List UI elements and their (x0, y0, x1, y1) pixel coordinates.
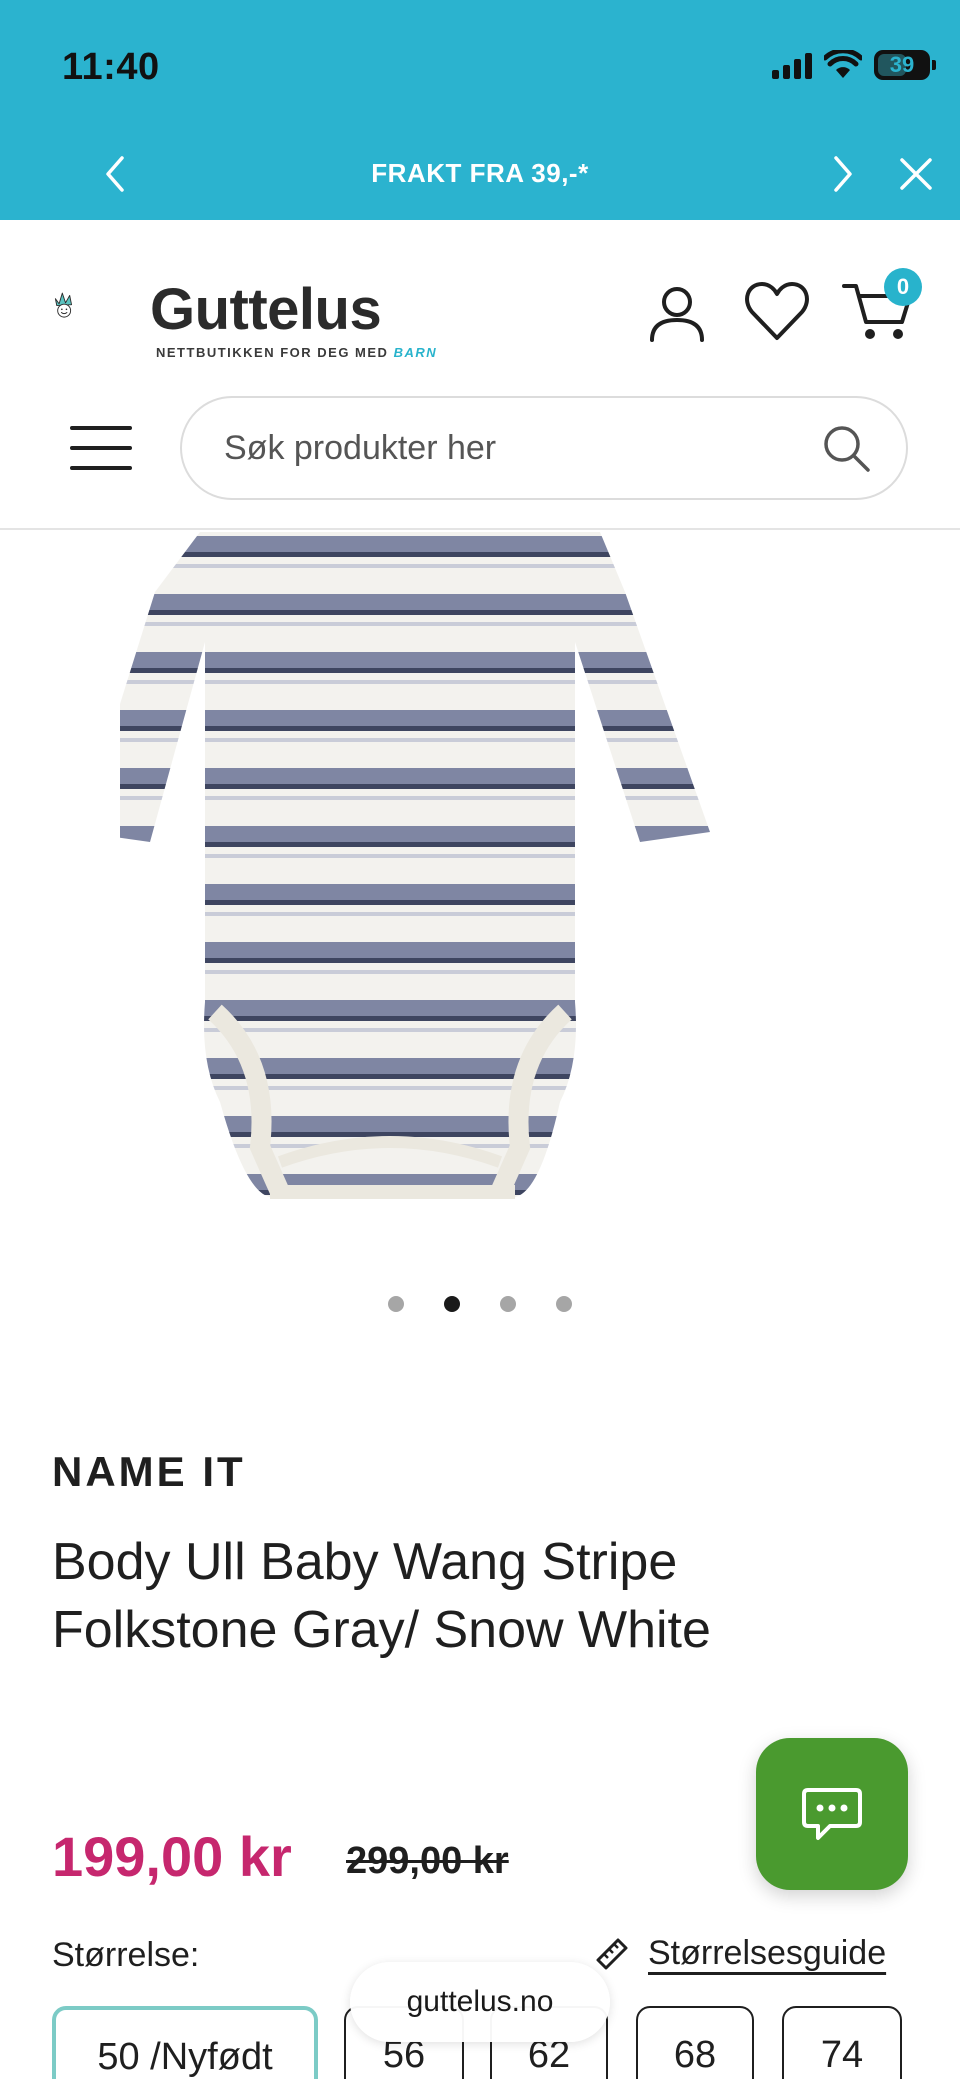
logo-wordmark: Guttelus (150, 277, 382, 342)
search-bar[interactable] (180, 396, 908, 500)
chevron-right-icon[interactable] (822, 150, 862, 198)
product-image[interactable] (120, 532, 740, 1212)
chat-icon (802, 1788, 862, 1840)
carousel-dot-active[interactable] (444, 1296, 460, 1312)
status-icons: 39 (772, 50, 936, 80)
size-guide-label[interactable]: Størrelsesguide (648, 1934, 886, 1973)
hamburger-menu-icon[interactable] (68, 420, 138, 476)
product-old-price: 299,00 kr (346, 1840, 509, 1882)
heart-icon[interactable] (742, 278, 812, 344)
search-input[interactable] (224, 428, 784, 468)
status-time: 11:40 (62, 46, 160, 88)
product-brand[interactable]: NAME IT (52, 1448, 246, 1496)
close-icon[interactable] (892, 150, 940, 198)
announcement-text: FRAKT FRA 39,-* (371, 158, 589, 188)
browser-url-bar[interactable]: guttelus.no (350, 1962, 610, 2042)
size-option[interactable]: 68 (636, 2006, 754, 2079)
logo-tagline: NETTBUTIKKEN FOR DEG MED BARN (156, 345, 438, 360)
carousel-dot[interactable] (500, 1296, 516, 1312)
cellular-signal-icon (772, 51, 812, 79)
guttelus-logo[interactable] (54, 250, 144, 360)
carousel-dot[interactable] (388, 1296, 404, 1312)
account-icon[interactable] (644, 280, 710, 346)
size-option-selected[interactable]: 50 /Nyfødt (52, 2006, 318, 2079)
battery-icon: 39 (874, 50, 936, 80)
size-label: Størrelse: (52, 1936, 200, 1974)
ruler-icon (596, 1938, 628, 1969)
product-price: 199,00 kr (52, 1825, 292, 1888)
wifi-icon (824, 50, 862, 78)
cart-count-badge: 0 (884, 268, 922, 306)
carousel-dot[interactable] (556, 1296, 572, 1312)
size-guide-link[interactable]: Størrelsesguide (594, 1934, 886, 1973)
product-title: Body Ull Baby Wang Stripe Folkstone Gray… (52, 1533, 711, 1659)
battery-level: 39 (889, 52, 915, 77)
chat-button[interactable] (756, 1738, 908, 1890)
search-icon[interactable] (818, 420, 874, 476)
image-carousel-dots (0, 1296, 960, 1312)
size-option[interactable]: 74 (782, 2006, 902, 2079)
